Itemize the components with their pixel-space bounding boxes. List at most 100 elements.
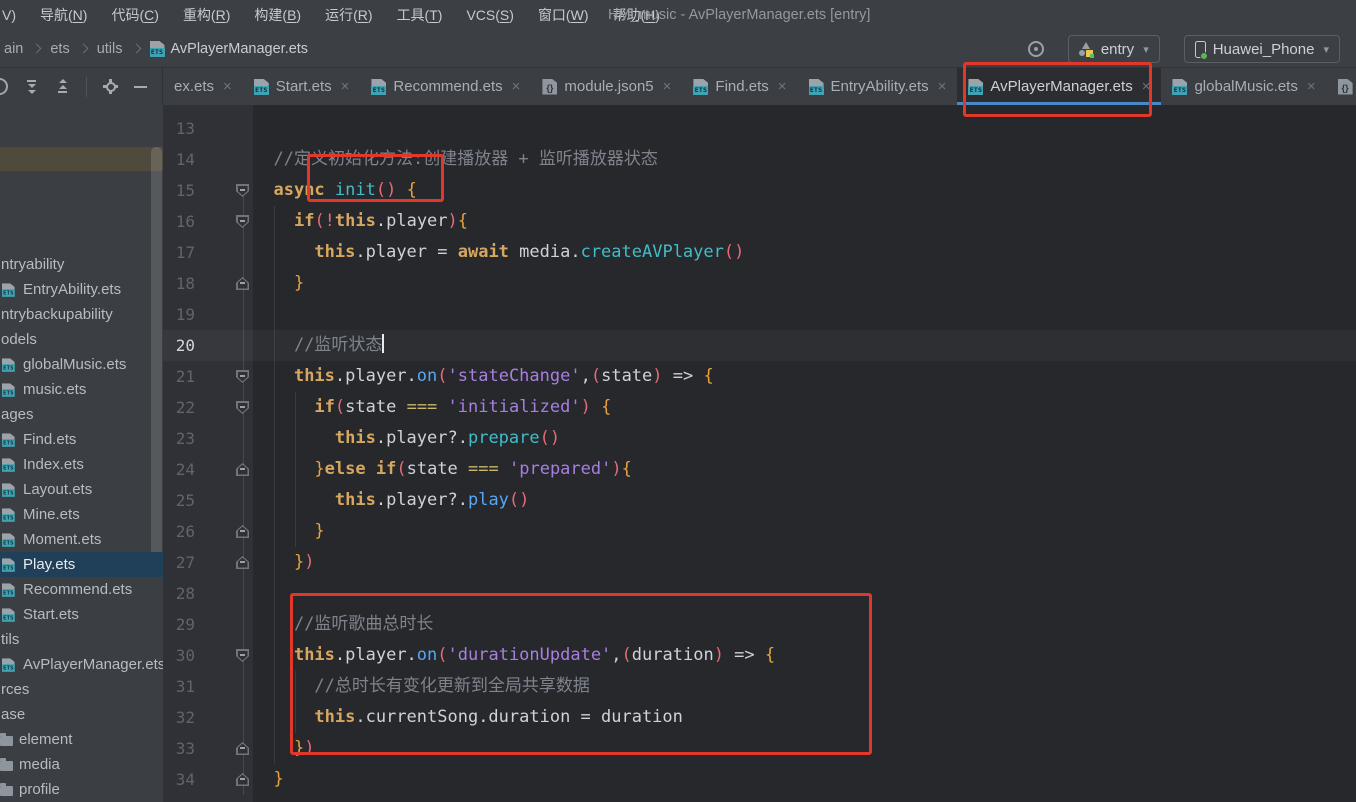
sidebar-item-Layout.ets[interactable]: ETSLayout.ets <box>0 477 163 502</box>
fold-start-icon[interactable] <box>236 215 249 228</box>
code-line-22[interactable]: 22 if(state === 'initialized') { <box>163 392 1356 423</box>
sidebar-item-ntryability[interactable]: ntryability <box>0 252 163 277</box>
ets-file-icon: ETS <box>809 79 824 95</box>
tab-toolbar-row: ex.ets×ETSStart.ets×ETSRecommend.ets×{}m… <box>0 68 1356 105</box>
breadcrumb-item[interactable]: utils <box>97 41 123 57</box>
menu-item-1[interactable]: 导航(N) <box>40 5 87 25</box>
menu-item-4[interactable]: 构建(B) <box>254 5 301 25</box>
fold-column <box>195 764 253 795</box>
tab-Find.ets[interactable]: ETSFind.ets× <box>682 68 797 105</box>
close-icon[interactable]: × <box>223 78 232 95</box>
code-line-25[interactable]: 25 this.player?.play() <box>163 485 1356 516</box>
close-icon[interactable]: × <box>663 78 672 95</box>
breadcrumb-item[interactable]: ETSAvPlayerManager.ets <box>150 41 309 57</box>
code-line-24[interactable]: 24 }else if(state === 'prepared'){ <box>163 454 1356 485</box>
tab-Start.ets[interactable]: ETSStart.ets× <box>243 68 361 105</box>
ets-file-icon: ETS <box>2 533 15 547</box>
fold-end-icon[interactable] <box>236 277 249 290</box>
menu-item-6[interactable]: 工具(T) <box>397 5 443 25</box>
expand-all-icon[interactable] <box>24 79 39 94</box>
hide-panel-icon[interactable] <box>134 86 147 88</box>
sidebar-item-Find.ets[interactable]: ETSFind.ets <box>0 427 163 452</box>
tab-ex.ets[interactable]: ex.ets× <box>163 68 243 105</box>
code-line-17[interactable]: 17 this.player = await media.createAVPla… <box>163 237 1356 268</box>
fold-start-icon[interactable] <box>236 649 249 662</box>
fold-end-icon[interactable] <box>236 773 249 786</box>
breadcrumb-chevron-icon <box>32 44 42 54</box>
sidebar-item-Recommend.ets[interactable]: ETSRecommend.ets <box>0 577 163 602</box>
sidebar-item-Moment.ets[interactable]: ETSMoment.ets <box>0 527 163 552</box>
sidebar-item-EntryAbility.ets[interactable]: ETSEntryAbility.ets <box>0 277 163 302</box>
code-line-26[interactable]: 26 } <box>163 516 1356 547</box>
fold-column <box>195 640 253 671</box>
tab-module.json5[interactable]: {}module.json5× <box>531 68 682 105</box>
code-line-34[interactable]: 34 } <box>163 764 1356 795</box>
sidebar-item-rces[interactable]: rces <box>0 677 163 702</box>
close-icon[interactable]: × <box>341 78 350 95</box>
sidebar-item-element[interactable]: element <box>0 727 163 752</box>
locate-icon[interactable] <box>1028 41 1044 57</box>
menu-item-3[interactable]: 重构(R) <box>183 5 230 25</box>
menu-item-8[interactable]: 窗口(W) <box>538 5 589 25</box>
ets-file-icon: ETS <box>2 608 15 622</box>
sidebar-item-Mine.ets[interactable]: ETSMine.ets <box>0 502 163 527</box>
sidebar-item-globalMusic.ets[interactable]: ETSglobalMusic.ets <box>0 352 163 377</box>
sidebar-item-ages[interactable]: ages <box>0 402 163 427</box>
menu-bar: V) 导航(N) 代码(C) 重构(R) 构建(B) 运行(R) 工具(T) VCS(S) 窗口… <box>0 0 1356 30</box>
code-line-20[interactable]: 20 //监听状态 <box>163 330 1356 361</box>
code-text: } <box>253 268 304 299</box>
sidebar-item-AvPlayerManager.ets[interactable]: ETSAvPlayerManager.ets <box>0 652 163 677</box>
breadcrumb-item[interactable]: ain <box>4 41 23 57</box>
menu-item-2[interactable]: 代码(C) <box>111 5 158 25</box>
collapse-all-icon[interactable] <box>55 79 70 94</box>
sidebar-item-ase[interactable]: ase <box>0 702 163 727</box>
gear-icon[interactable] <box>103 79 118 94</box>
tree-item-label: globalMusic.ets <box>23 356 126 373</box>
code-line-27[interactable]: 27 }) <box>163 547 1356 578</box>
close-icon[interactable]: × <box>1307 78 1316 95</box>
code-line-21[interactable]: 21 this.player.on('stateChange',(state) … <box>163 361 1356 392</box>
code-line-19[interactable]: 19 <box>163 299 1356 330</box>
code-line-23[interactable]: 23 this.player?.prepare() <box>163 423 1356 454</box>
sidebar-item-Play.ets[interactable]: ETSPlay.ets <box>0 552 163 577</box>
fold-start-icon[interactable] <box>236 370 249 383</box>
tree-item-label: Index.ets <box>23 456 84 473</box>
ets-file-icon: ETS <box>693 79 708 95</box>
tab-globalMusic.ets[interactable]: ETSglobalMusic.ets× <box>1161 68 1326 105</box>
code-line-13[interactable]: 13 <box>163 113 1356 144</box>
fold-end-icon[interactable] <box>236 556 249 569</box>
run-config-select[interactable]: entry ▾ <box>1068 35 1160 63</box>
sidebar-item-media[interactable]: media <box>0 752 163 777</box>
ets-file-icon: ETS <box>2 383 15 397</box>
close-icon[interactable]: × <box>512 78 521 95</box>
sidebar-item-Start.ets[interactable]: ETSStart.ets <box>0 602 163 627</box>
tab-Recommend.ets[interactable]: ETSRecommend.ets× <box>360 68 531 105</box>
close-icon[interactable]: × <box>938 78 947 95</box>
code-line-16[interactable]: 16 if(!this.player){ <box>163 206 1356 237</box>
breadcrumb-item[interactable]: ets <box>50 41 69 57</box>
fold-start-icon[interactable] <box>236 184 249 197</box>
sidebar-item-music.ets[interactable]: ETSmusic.ets <box>0 377 163 402</box>
sidebar-item-odels[interactable]: odels <box>0 327 163 352</box>
scroll-from-source-icon[interactable] <box>0 78 8 95</box>
sidebar-item-tils[interactable]: tils <box>0 627 163 652</box>
menu-item-0[interactable]: V) <box>2 7 16 23</box>
fold-end-icon[interactable] <box>236 463 249 476</box>
sidebar-item-Index.ets[interactable]: ETSIndex.ets <box>0 452 163 477</box>
menu-item-5[interactable]: 运行(R) <box>325 5 372 25</box>
tab-clipped[interactable]: {} <box>1327 68 1356 105</box>
device-select[interactable]: Huawei_Phone ▾ <box>1184 35 1340 63</box>
close-icon[interactable]: × <box>778 78 787 95</box>
fold-start-icon[interactable] <box>236 401 249 414</box>
sidebar-item-ntrybackupability[interactable]: ntrybackupability <box>0 302 163 327</box>
code-line-18[interactable]: 18 } <box>163 268 1356 299</box>
code-line-35[interactable]: 35 <box>163 795 1356 802</box>
fold-end-icon[interactable] <box>236 525 249 538</box>
code-text: }else if(state === 'prepared'){ <box>253 454 632 485</box>
fold-end-icon[interactable] <box>236 742 249 755</box>
sidebar-item-profile[interactable]: profile <box>0 777 163 802</box>
fold-column <box>195 671 253 702</box>
tab-EntryAbility.ets[interactable]: ETSEntryAbility.ets× <box>798 68 958 105</box>
menu-item-7[interactable]: VCS(S) <box>466 7 513 23</box>
ets-file-icon: ETS <box>2 433 15 447</box>
